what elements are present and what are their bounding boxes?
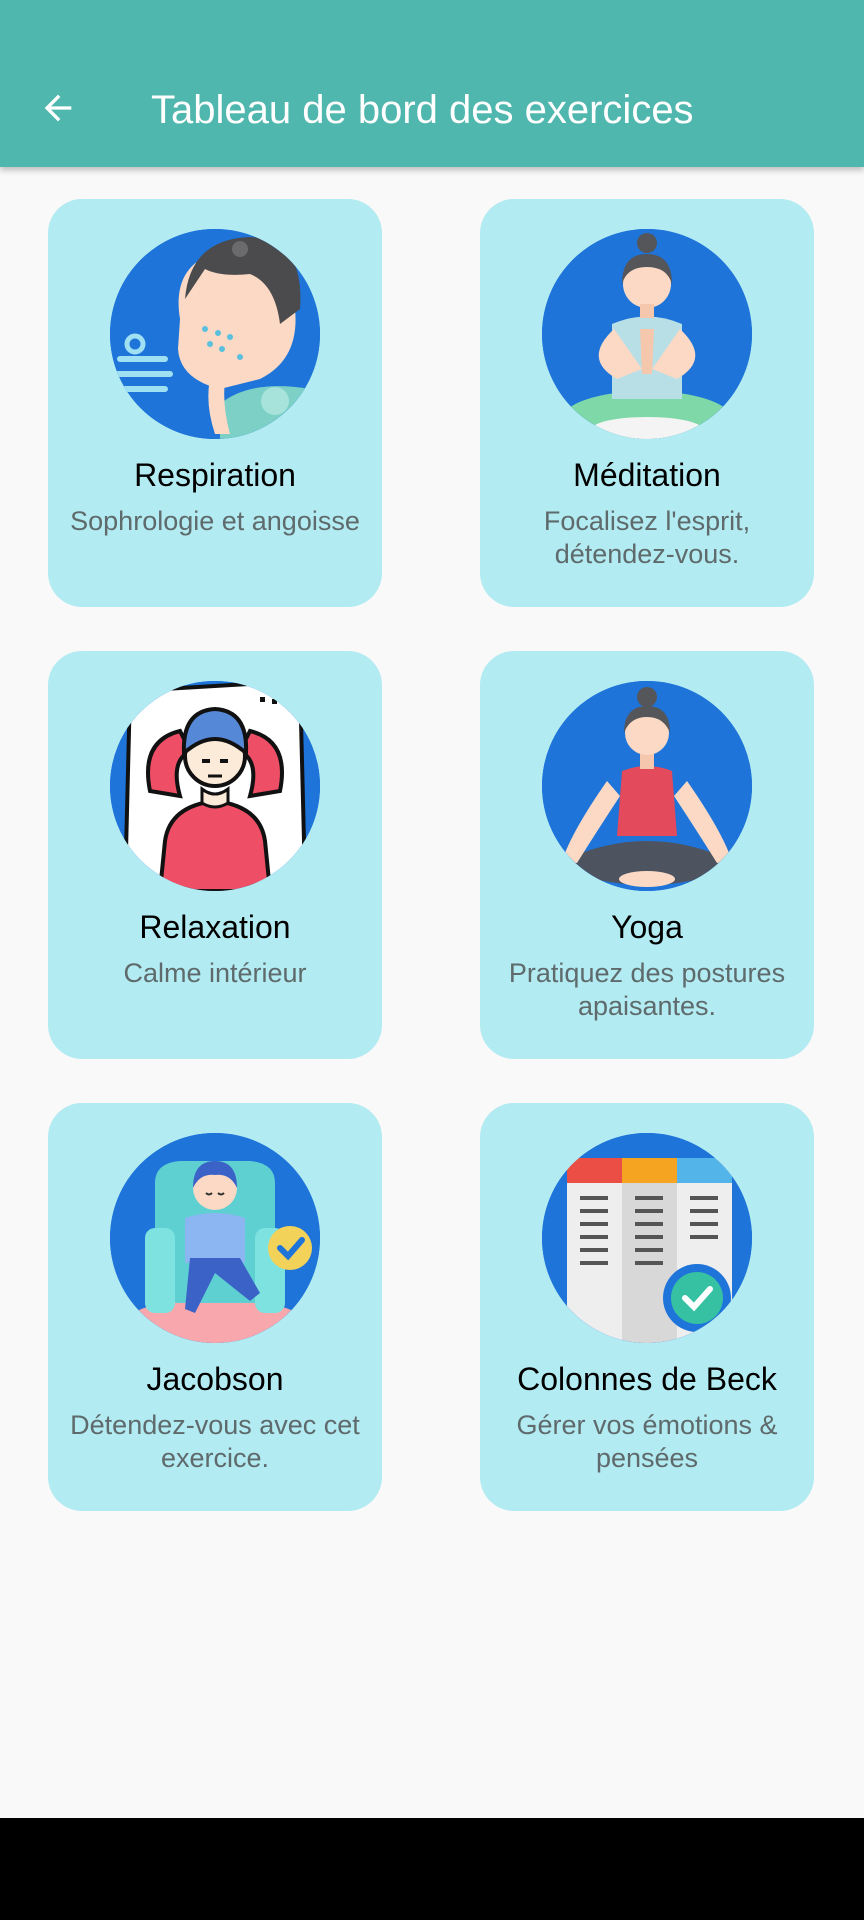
card-title: Relaxation [139, 909, 291, 945]
checklist-columns-icon [542, 1133, 752, 1343]
meditation-woman-icon [542, 229, 752, 439]
card-subtitle: Calme intérieur [123, 958, 307, 988]
back-button[interactable] [28, 78, 88, 138]
card-title: Jacobson [146, 1361, 284, 1397]
card-jacobson[interactable]: Jacobson Détendez-vous avec cet exercice… [48, 1103, 382, 1511]
breathing-person-icon [110, 229, 320, 439]
card-yoga[interactable]: Yoga Pratiquez des postures apaisantes. [480, 651, 814, 1059]
yoga-pose-icon [542, 681, 752, 891]
card-subtitle: Détendez-vous avec cet exercice. [70, 1410, 360, 1473]
arrow-left-icon [44, 94, 72, 122]
card-title: Colonnes de Beck [517, 1361, 777, 1397]
card-respiration[interactable]: Respiration Sophrologie et angoisse [48, 199, 382, 607]
card-subtitle: Sophrologie et angoisse [70, 506, 360, 536]
person-armchair-icon [110, 1133, 320, 1343]
page-title: Tableau de bord des exercices [151, 88, 694, 132]
card-relaxation[interactable]: Relaxation Calme intérieur [48, 651, 382, 1059]
system-navigation-bar [0, 1818, 864, 1920]
card-title: Respiration [134, 457, 296, 493]
card-colonnes-de-beck[interactable]: Colonnes de Beck Gérer vos émotions & pe… [480, 1103, 814, 1511]
card-title: Méditation [573, 457, 721, 493]
card-subtitle: Gérer vos émotions & pensées [516, 1410, 778, 1473]
card-meditation[interactable]: Méditation Focalisez l'esprit, détendez-… [480, 199, 814, 607]
card-subtitle: Pratiquez des postures apaisantes. [508, 958, 786, 1021]
card-subtitle: Focalisez l'esprit, détendez-vous. [543, 506, 751, 569]
card-title: Yoga [611, 909, 683, 945]
app-bar: Tableau de bord des exercices [0, 0, 864, 167]
relaxing-person-pillow-icon [110, 681, 320, 891]
